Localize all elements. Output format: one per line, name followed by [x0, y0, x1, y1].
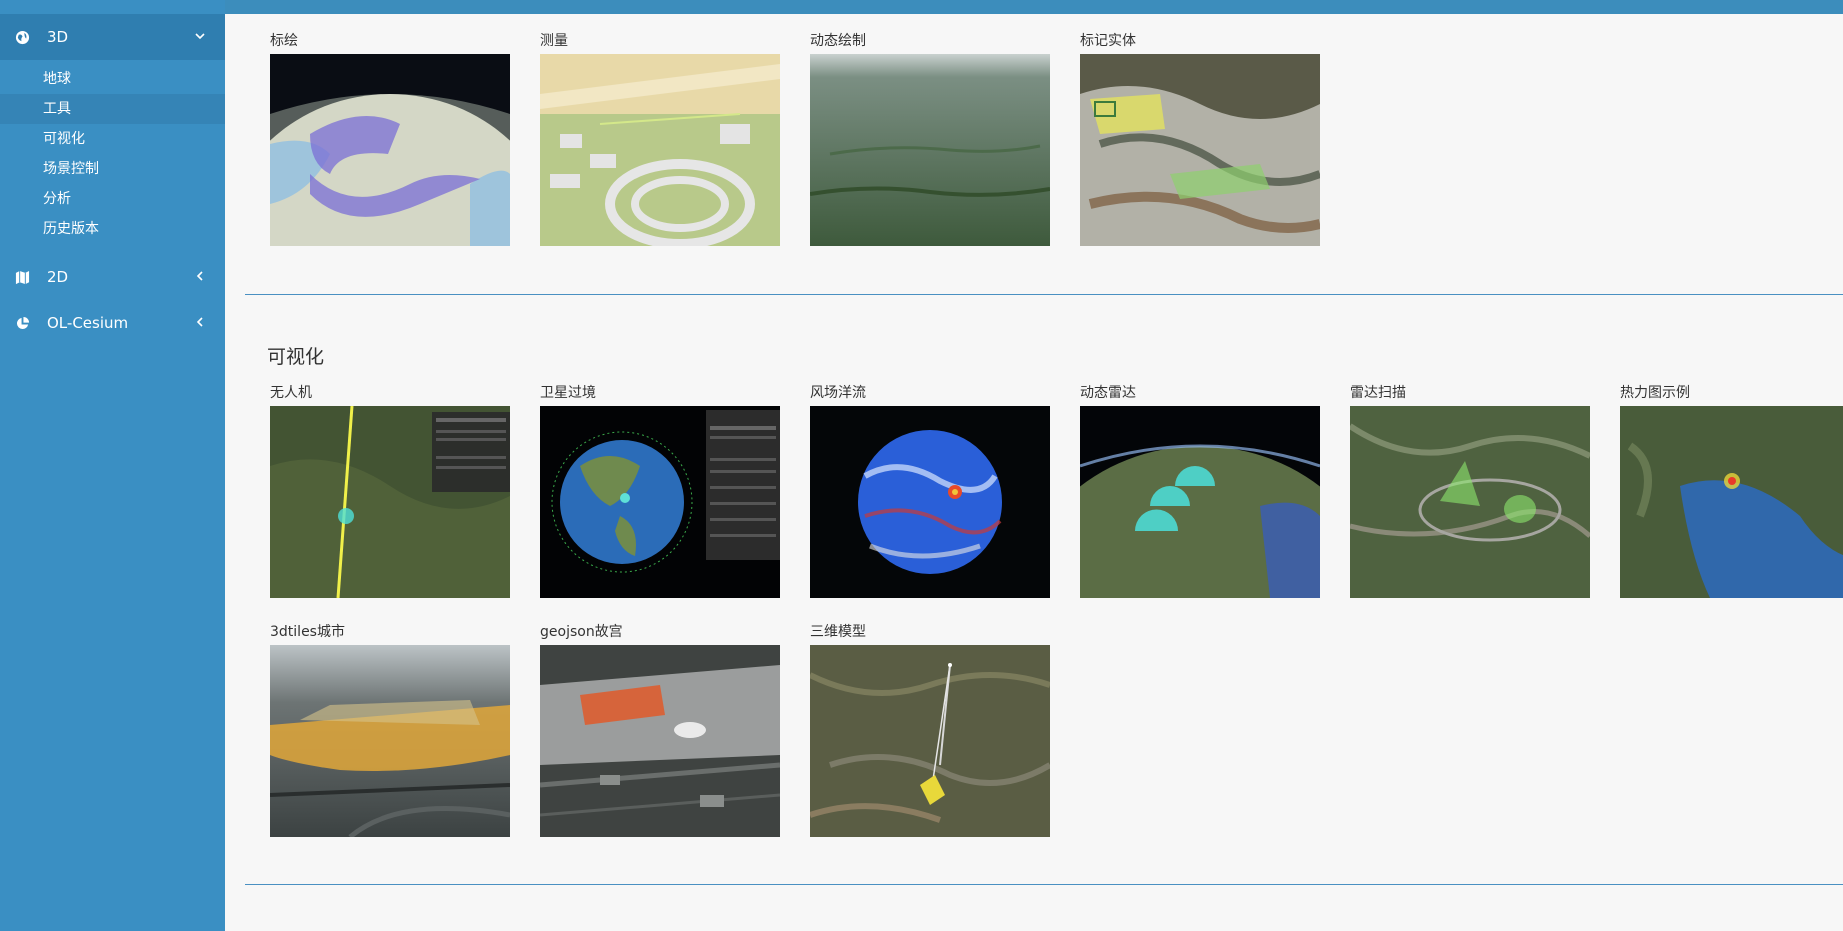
card-mark-entity[interactable]: 标记实体	[1080, 28, 1350, 246]
thumbnail-image	[1080, 406, 1320, 598]
section-divider	[245, 294, 1843, 295]
sidebar-item-visualization[interactable]: 可视化	[0, 124, 225, 154]
sidebar-item-scene-control[interactable]: 场景控制	[0, 154, 225, 184]
card-title: 测量	[540, 33, 568, 49]
chevron-left-icon	[191, 269, 209, 285]
card-title: 无人机	[270, 385, 312, 401]
card-title: 热力图示例	[1620, 385, 1690, 401]
menu-3d-label: 3D	[47, 28, 69, 46]
sidebar-item-tools[interactable]: 工具	[0, 94, 225, 124]
sidebar-item-earth[interactable]: 地球	[0, 64, 225, 94]
menu-ol-cesium-label: OL-Cesium	[47, 314, 129, 332]
thumbnail-image	[1080, 54, 1320, 246]
top-bar	[0, 0, 1843, 14]
thumbnail-image	[540, 406, 780, 598]
thumbnail-image	[810, 645, 1050, 837]
card-satellite-transit[interactable]: 卫星过境	[540, 380, 810, 598]
card-drone[interactable]: 无人机	[270, 380, 540, 598]
card-title: 动态雷达	[1080, 385, 1136, 401]
card-wind-current[interactable]: 风场洋流	[810, 380, 1080, 598]
thumbnail-image	[810, 54, 1050, 246]
main-content: 标绘 测量 动态绘制 标记实体 可视化 无人机 卫星过境 风场洋流 动态雷达 雷…	[225, 14, 1843, 931]
card-3d-model[interactable]: 三维模型	[810, 619, 1080, 837]
card-title: 卫星过境	[540, 385, 596, 401]
globe-icon	[13, 28, 31, 46]
card-3dtiles-city[interactable]: 3dtiles城市	[270, 619, 540, 837]
card-title: 动态绘制	[810, 33, 866, 49]
section-title-visualization: 可视化	[267, 346, 325, 368]
card-title: 雷达扫描	[1350, 385, 1406, 401]
menu-3d[interactable]: 3D	[0, 14, 225, 60]
card-heatmap[interactable]: 热力图示例	[1620, 380, 1843, 598]
thumbnail-image	[270, 645, 510, 837]
sidebar-item-history[interactable]: 历史版本	[0, 214, 225, 244]
menu-ol-cesium[interactable]: OL-Cesium	[0, 300, 225, 346]
thumbnail-image	[270, 406, 510, 598]
pie-chart-icon	[13, 314, 31, 332]
thumbnail-image	[540, 54, 780, 246]
menu-2d-label: 2D	[47, 268, 69, 286]
section-divider	[245, 884, 1843, 885]
card-title: geojson故宫	[540, 624, 623, 640]
thumbnail-image	[270, 54, 510, 246]
card-title: 风场洋流	[810, 385, 866, 401]
chevron-down-icon	[191, 29, 209, 45]
card-radar-scan[interactable]: 雷达扫描	[1350, 380, 1620, 598]
thumbnail-image	[1350, 406, 1590, 598]
card-measure[interactable]: 测量	[540, 28, 810, 246]
sidebar: 3D 地球 工具 可视化 场景控制 分析 历史版本 2D OL-Cesium	[0, 0, 225, 931]
thumbnail-image	[540, 645, 780, 837]
thumbnail-image	[1620, 406, 1843, 598]
card-title: 3dtiles城市	[270, 624, 345, 640]
sidebar-item-analysis[interactable]: 分析	[0, 184, 225, 214]
card-geojson-palace[interactable]: geojson故宫	[540, 619, 810, 837]
card-title: 三维模型	[810, 624, 866, 640]
submenu-3d: 地球 工具 可视化 场景控制 分析 历史版本	[0, 60, 225, 250]
card-dynamic-radar[interactable]: 动态雷达	[1080, 380, 1350, 598]
map-icon	[13, 268, 31, 286]
card-dynamic-draw[interactable]: 动态绘制	[810, 28, 1080, 246]
chevron-left-icon	[191, 315, 209, 331]
thumbnail-image	[810, 406, 1050, 598]
card-plotting[interactable]: 标绘	[270, 28, 540, 246]
card-title: 标绘	[270, 33, 298, 49]
menu-2d[interactable]: 2D	[0, 254, 225, 300]
card-title: 标记实体	[1080, 33, 1136, 49]
